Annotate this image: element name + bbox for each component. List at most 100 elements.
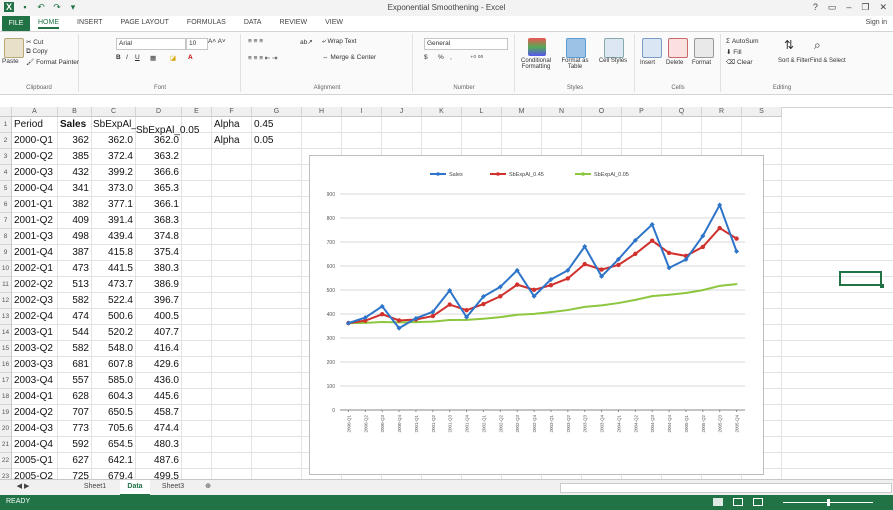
select-all-corner[interactable] — [0, 107, 12, 117]
minimize-button[interactable]: – — [846, 2, 851, 13]
merge-center-button[interactable]: ⇔ Merge & Center — [322, 54, 376, 61]
cell[interactable]: 2004-Q1 — [14, 389, 55, 405]
row-header[interactable]: 16 — [0, 357, 12, 373]
cell[interactable]: 474.4 — [138, 421, 179, 437]
percent-button[interactable]: % — [438, 54, 444, 61]
cell[interactable]: Alpha — [214, 133, 249, 149]
tab-file[interactable]: FILE — [2, 16, 30, 31]
cell[interactable]: 2004-Q4 — [14, 437, 55, 453]
cell[interactable]: 499.5 — [138, 469, 179, 479]
tab-page-layout[interactable]: PAGE LAYOUT — [121, 19, 169, 29]
cell[interactable]: 368.3 — [138, 213, 179, 229]
cell[interactable]: 409 — [60, 213, 89, 229]
align-top-icon[interactable]: ≡ ≡ ≡ — [248, 38, 263, 45]
cell[interactable]: 500.6 — [94, 309, 133, 325]
selected-cell[interactable] — [839, 271, 884, 288]
cell[interactable]: 2003-Q3 — [14, 357, 55, 373]
cell[interactable]: Period — [14, 117, 55, 133]
column-header[interactable]: B — [58, 107, 92, 117]
cell[interactable]: 2001-Q3 — [14, 229, 55, 245]
row-header[interactable]: 5 — [0, 181, 12, 197]
cell[interactable]: 374.8 — [138, 229, 179, 245]
column-header[interactable]: A — [12, 107, 58, 117]
column-header[interactable]: G — [252, 107, 302, 117]
column-header[interactable]: R — [702, 107, 742, 117]
cell[interactable]: 2002-Q4 — [14, 309, 55, 325]
column-header[interactable]: N — [542, 107, 582, 117]
cell[interactable]: 366.1 — [138, 197, 179, 213]
bold-button[interactable]: B — [116, 54, 121, 61]
close-button[interactable]: ✕ — [879, 2, 887, 13]
cell-styles-icon[interactable] — [604, 38, 624, 58]
cell[interactable]: 2005-Q2 — [14, 469, 55, 479]
cell[interactable]: 592 — [60, 437, 89, 453]
row-header[interactable]: 7 — [0, 213, 12, 229]
cell[interactable]: 522.4 — [94, 293, 133, 309]
cell[interactable]: 407.7 — [138, 325, 179, 341]
cell[interactable]: 498 — [60, 229, 89, 245]
cell[interactable]: 582 — [60, 293, 89, 309]
cell[interactable]: 473 — [60, 261, 89, 277]
row-header[interactable]: 23 — [0, 469, 12, 479]
cell[interactable]: 520.2 — [94, 325, 133, 341]
cell[interactable]: 439.4 — [94, 229, 133, 245]
cell[interactable]: 725 — [60, 469, 89, 479]
cell[interactable]: 2001-Q1 — [14, 197, 55, 213]
cell[interactable]: 458.7 — [138, 405, 179, 421]
cell[interactable]: 2002-Q1 — [14, 261, 55, 277]
cell[interactable]: 363.2 — [138, 149, 179, 165]
cell[interactable]: 2001-Q4 — [14, 245, 55, 261]
tab-formulas[interactable]: FORMULAS — [187, 19, 226, 29]
column-header[interactable]: L — [462, 107, 502, 117]
cell[interactable]: 604.3 — [94, 389, 133, 405]
cell[interactable]: 441.5 — [94, 261, 133, 277]
sheet-tab-sheet1[interactable]: Sheet1 — [78, 480, 112, 494]
column-header[interactable]: I — [342, 107, 382, 117]
sort-filter-icon[interactable]: ⇅ — [784, 38, 794, 52]
cell[interactable]: 548.0 — [94, 341, 133, 357]
line-chart[interactable]: 0 100 200 300 400 500 600 700 800 900 2000-Q1 2000-… — [309, 155, 764, 475]
cell[interactable]: 399.2 — [94, 165, 133, 181]
cut-button[interactable]: ✂ Cut — [26, 38, 43, 46]
cell[interactable]: 362 — [60, 133, 89, 149]
column-header[interactable]: S — [742, 107, 782, 117]
copy-button[interactable]: ⧉ Copy — [26, 48, 48, 56]
cell[interactable]: 396.7 — [138, 293, 179, 309]
cell[interactable]: 445.6 — [138, 389, 179, 405]
horizontal-scrollbar[interactable] — [560, 483, 892, 493]
cell[interactable]: 642.1 — [94, 453, 133, 469]
cell[interactable]: 0.45 — [254, 117, 299, 133]
insert-cells-icon[interactable] — [642, 38, 662, 58]
cell[interactable]: 681 — [60, 357, 89, 373]
sheet-tab-data[interactable]: Data — [120, 480, 150, 496]
format-button[interactable]: Format — [692, 60, 711, 66]
row-header[interactable]: 19 — [0, 405, 12, 421]
format-table-icon[interactable] — [566, 38, 586, 58]
cell[interactable]: 380.3 — [138, 261, 179, 277]
cell[interactable]: 557 — [60, 373, 89, 389]
cell[interactable]: 2003-Q1 — [14, 325, 55, 341]
ribbon-display-icon[interactable]: ▭ — [828, 2, 837, 13]
cell[interactable]: 436.0 — [138, 373, 179, 389]
row-header[interactable]: 12 — [0, 293, 12, 309]
column-header[interactable]: Q — [662, 107, 702, 117]
cell[interactable]: 362.0 — [138, 133, 179, 149]
conditional-formatting-button[interactable]: Conditional Formatting — [516, 58, 556, 70]
sheet-tab-sheet3[interactable]: Sheet3 — [156, 480, 190, 494]
cell[interactable]: 387 — [60, 245, 89, 261]
tab-view[interactable]: VIEW — [325, 19, 343, 29]
cell[interactable]: 607.8 — [94, 357, 133, 373]
grow-font-icon[interactable]: A˄ A˅ — [208, 38, 226, 45]
cell[interactable]: 2000-Q2 — [14, 149, 55, 165]
worksheet-grid[interactable]: A B C D E F G H I J K L M N O P Q R S 1 2 3 4 5 6 7 8 9 10 11 12 13 14 15… — [0, 107, 893, 479]
row-header[interactable]: 2 — [0, 133, 12, 149]
row-header[interactable]: 11 — [0, 277, 12, 293]
row-header[interactable]: 1 — [0, 117, 12, 133]
column-header[interactable]: P — [622, 107, 662, 117]
delete-button[interactable]: Delete — [666, 60, 683, 66]
row-header[interactable]: 22 — [0, 453, 12, 469]
page-layout-view-icon[interactable] — [733, 498, 743, 506]
cell[interactable]: 585.0 — [94, 373, 133, 389]
row-header[interactable]: 17 — [0, 373, 12, 389]
cell[interactable]: 2004-Q3 — [14, 421, 55, 437]
